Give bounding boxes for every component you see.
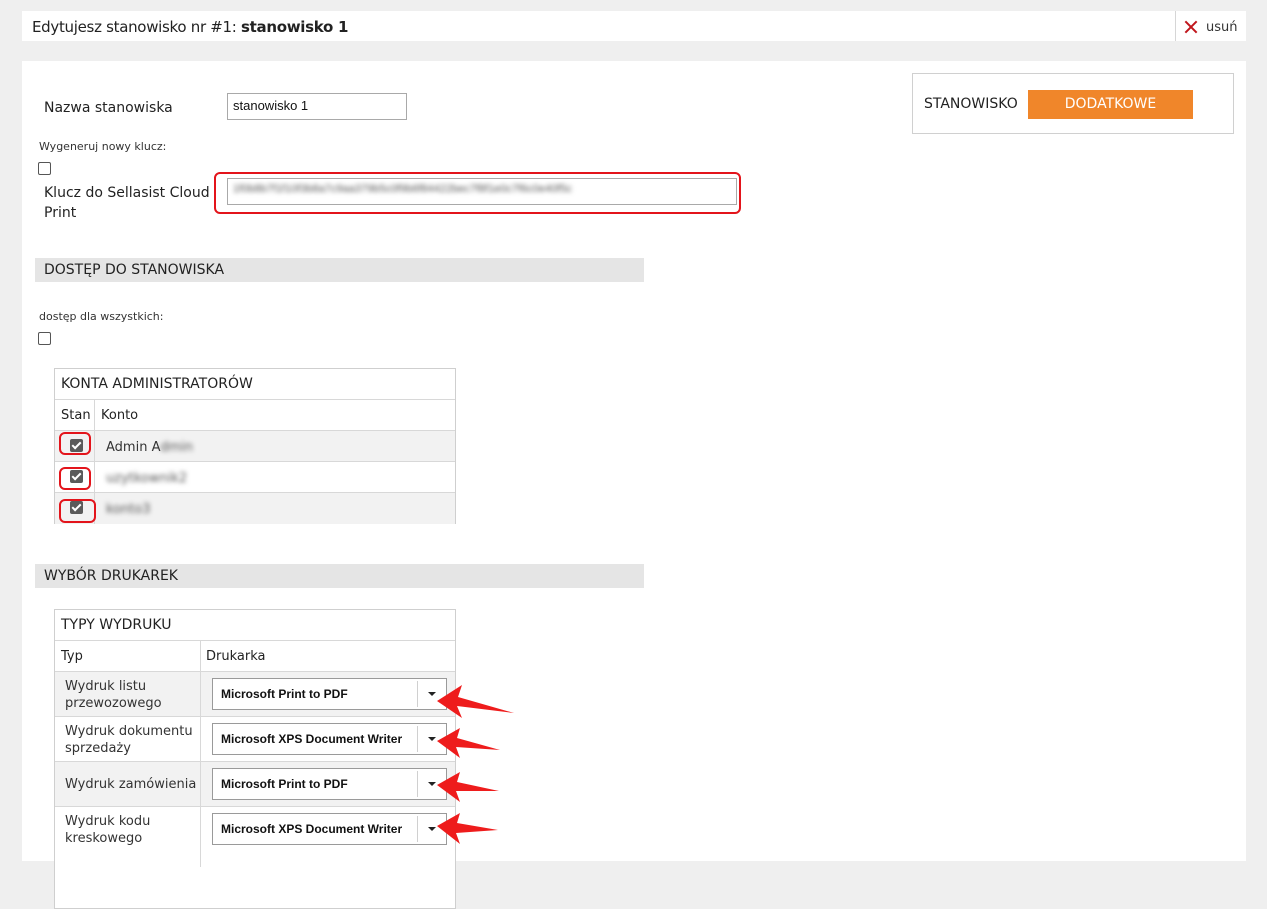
tabs: STANOWISKO DODATKOWE bbox=[912, 73, 1234, 134]
checkbox-highlight bbox=[59, 432, 91, 455]
col-divider bbox=[94, 400, 95, 430]
page-title: Edytujesz stanowisko nr #1: stanowisko 1 bbox=[32, 18, 349, 36]
workstation-name-title: stanowisko 1 bbox=[241, 18, 349, 36]
col-account: Konto bbox=[101, 408, 139, 423]
col-divider bbox=[94, 431, 95, 461]
col-divider bbox=[94, 462, 95, 492]
col-divider bbox=[200, 762, 201, 806]
table-row: Admin Admin bbox=[55, 431, 455, 462]
printer-select[interactable]: Microsoft XPS Document Writer bbox=[212, 723, 447, 755]
select-divider bbox=[417, 681, 418, 707]
delete-label: usuń bbox=[1206, 19, 1238, 35]
key-value: 1f0b8b7f1f10f3b8a7c9aa379b5c0f9b6f84422b… bbox=[233, 183, 572, 195]
table-row: Wydruk zamówienia Microsoft Print to PDF bbox=[55, 762, 455, 807]
checkbox-highlight bbox=[59, 467, 91, 490]
checkbox-highlight bbox=[59, 499, 96, 523]
account-name: uzytkownik2 bbox=[106, 471, 188, 486]
key-label-line1: Klucz do Sellasist Cloud bbox=[44, 185, 210, 201]
chevron-down-icon bbox=[428, 737, 436, 741]
page-header: Edytujesz stanowisko nr #1: stanowisko 1… bbox=[22, 11, 1246, 41]
table-row: uzytkownik2 bbox=[55, 462, 455, 493]
col-divider bbox=[200, 717, 201, 761]
print-type-label: Wydruk kodu kreskowego bbox=[65, 814, 151, 846]
col-divider bbox=[200, 672, 201, 716]
print-table-header: Typ Drukarka bbox=[55, 641, 455, 672]
printer-select[interactable]: Microsoft XPS Document Writer bbox=[212, 813, 447, 845]
tab-dodatkowe[interactable]: DODATKOWE bbox=[1028, 90, 1193, 119]
table-row: konto3 bbox=[55, 493, 455, 524]
key-label-line2: Print bbox=[44, 205, 77, 221]
table-row: Wydruk kodu kreskowego Microsoft XPS Docu… bbox=[55, 807, 455, 867]
admin-table-title: KONTA ADMINISTRATORÓW bbox=[55, 369, 455, 400]
key-input[interactable]: 1f0b8b7f1f10f3b8a7c9aa379b5c0f9b6f84422b… bbox=[227, 178, 737, 205]
main-panel: Nazwa stanowiska stanowisko 1 Wygeneruj … bbox=[22, 61, 1246, 909]
access-all-checkbox[interactable] bbox=[38, 332, 51, 345]
print-types-table: TYPY WYDRUKU Typ Drukarka Wydruk listu pr… bbox=[54, 609, 456, 909]
col-printer: Drukarka bbox=[206, 649, 266, 664]
print-table-title: TYPY WYDRUKU bbox=[55, 610, 455, 641]
col-type: Typ bbox=[61, 649, 83, 664]
printer-select[interactable]: Microsoft Print to PDF bbox=[212, 678, 447, 710]
name-input[interactable]: stanowisko 1 bbox=[227, 93, 407, 120]
chevron-down-icon bbox=[428, 692, 436, 696]
chevron-down-icon bbox=[428, 782, 436, 786]
select-divider bbox=[417, 726, 418, 752]
tab-stanowisko[interactable]: STANOWISKO bbox=[924, 96, 1018, 112]
col-divider bbox=[200, 641, 201, 671]
access-section-title: DOSTĘP DO STANOWISKA bbox=[35, 258, 644, 282]
close-icon bbox=[1184, 20, 1198, 34]
print-type-label: Wydruk zamówienia bbox=[65, 777, 197, 792]
table-row: Wydruk dokumentu sprzedaży Microsoft XPS … bbox=[55, 717, 455, 762]
delete-button[interactable]: usuń bbox=[1184, 17, 1238, 37]
col-state: Stan bbox=[61, 408, 91, 423]
select-divider bbox=[417, 816, 418, 842]
table-row: Wydruk listu przewozowego Microsoft Print… bbox=[55, 672, 455, 717]
account-name: Admin Admin bbox=[106, 440, 194, 455]
admin-accounts-table: KONTA ADMINISTRATORÓW Stan Konto Admin A… bbox=[54, 368, 456, 524]
print-type-label: Wydruk listu przewozowego bbox=[65, 679, 162, 711]
regenerate-key-label: Wygeneruj nowy klucz: bbox=[39, 140, 167, 153]
chevron-down-icon bbox=[428, 827, 436, 831]
account-name: konto3 bbox=[106, 502, 151, 517]
printer-select[interactable]: Microsoft Print to PDF bbox=[212, 768, 447, 800]
header-divider bbox=[1175, 11, 1176, 41]
regenerate-key-checkbox[interactable] bbox=[38, 162, 51, 175]
select-divider bbox=[417, 771, 418, 797]
print-type-label: Wydruk dokumentu sprzedaży bbox=[65, 724, 193, 756]
printers-section-title: WYBÓR DRUKAREK bbox=[35, 564, 644, 588]
name-label: Nazwa stanowiska bbox=[44, 100, 173, 116]
admin-table-header: Stan Konto bbox=[55, 400, 455, 431]
col-divider bbox=[200, 807, 201, 867]
access-all-label: dostęp dla wszystkich: bbox=[39, 310, 164, 323]
